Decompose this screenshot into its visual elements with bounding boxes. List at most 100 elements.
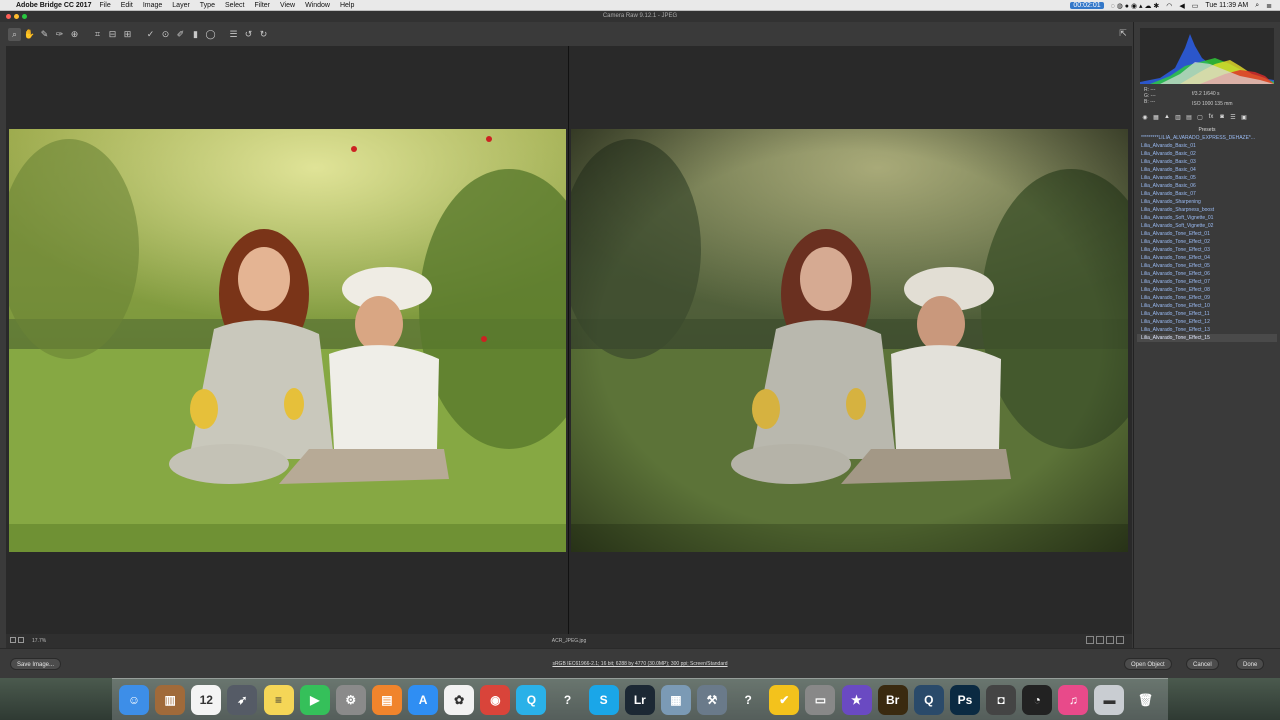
dock-xcode-tools-icon[interactable]: ⚒	[697, 684, 728, 715]
preset-item[interactable]: Lilia_Alvarado_Tone_Effect_09	[1137, 294, 1277, 302]
dock-quicktime-player-icon[interactable]: Q	[913, 684, 944, 715]
preset-item[interactable]: Lilia_Alvarado_Tone_Effect_05	[1137, 262, 1277, 270]
dock-finder-icon[interactable]: ☺	[119, 684, 150, 715]
preset-item[interactable]: Lilia_Alvarado_Tone_Effect_03	[1137, 246, 1277, 254]
menu-file[interactable]: File	[99, 2, 110, 9]
tab-detail-icon[interactable]: ▲	[1162, 114, 1172, 124]
preset-item[interactable]: Lilia_Alvarado_Basic_01	[1137, 142, 1277, 150]
dock-books-shelf-icon[interactable]: ▥	[155, 684, 186, 715]
dock-documents-folder-icon[interactable]: ▬	[1094, 684, 1125, 715]
preset-item[interactable]: *********LILIA_ALVARADO_EXPRESS_DEHAZE*.…	[1137, 134, 1277, 142]
dock-lightroom-icon[interactable]: Lr	[624, 684, 655, 715]
red-eye-tool-icon[interactable]: ⊙	[159, 28, 172, 41]
preset-item[interactable]: Lilia_Alvarado_Basic_03	[1137, 158, 1277, 166]
minimize-window-button[interactable]	[14, 14, 19, 19]
white-balance-tool-icon[interactable]: ✎	[38, 28, 51, 41]
zoom-window-button[interactable]	[22, 14, 27, 19]
graduated-filter-icon[interactable]: ▮	[189, 28, 202, 41]
close-window-button[interactable]	[6, 14, 11, 19]
tab-effects-icon[interactable]: fx	[1206, 114, 1216, 124]
menu-help[interactable]: Help	[340, 2, 354, 9]
dock-unknown-app-2-icon[interactable]: ?	[733, 685, 763, 715]
dock-norton-icon[interactable]: ✔	[769, 684, 800, 715]
dock-trash-icon[interactable]: 🗑	[1131, 685, 1161, 715]
dock-ibooks-icon[interactable]: ▤	[371, 684, 402, 715]
preset-item[interactable]: Lilia_Alvarado_Tone_Effect_06	[1137, 270, 1277, 278]
dock-preview-icon[interactable]: ▦	[660, 684, 691, 715]
preset-item[interactable]: Lilia_Alvarado_Sharpness_boost	[1137, 206, 1277, 214]
targeted-adjustment-tool-icon[interactable]: ⊕	[68, 28, 81, 41]
zoom-tool-icon[interactable]: ⌕	[8, 27, 21, 41]
spot-removal-tool-icon[interactable]: ✓	[144, 28, 157, 41]
dock-bridge-icon[interactable]: Br	[877, 684, 908, 715]
dock-screenshot-icon[interactable]: ◘	[986, 684, 1017, 715]
preset-item[interactable]: Lilia_Alvarado_Tone_Effect_07	[1137, 278, 1277, 286]
app-name-menu[interactable]: Adobe Bridge CC 2017	[16, 2, 91, 9]
radial-filter-icon[interactable]: ◯	[204, 28, 217, 41]
tab-split-toning-icon[interactable]: ▤	[1184, 114, 1194, 124]
menu-view[interactable]: View	[280, 2, 295, 9]
tab-lens-icon[interactable]: ▢	[1195, 114, 1205, 124]
dock-clock-icon[interactable]: ◔	[1022, 684, 1053, 715]
preferences-icon[interactable]: ☰	[227, 28, 240, 41]
menu-type[interactable]: Type	[200, 2, 215, 9]
tab-camera-calibration-icon[interactable]: ◙	[1217, 114, 1227, 124]
menu-edit[interactable]: Edit	[121, 2, 133, 9]
preset-item[interactable]: Lilia_Alvarado_Basic_04	[1137, 166, 1277, 174]
hand-tool-icon[interactable]: ✋	[23, 28, 36, 41]
open-object-button[interactable]: Open Object	[1124, 658, 1172, 670]
color-sampler-tool-icon[interactable]: ✑	[53, 28, 66, 41]
dock-printer-icon[interactable]: ▭	[805, 684, 836, 715]
preset-item[interactable]: Lilia_Alvarado_Tone_Effect_13	[1137, 326, 1277, 334]
notification-icon[interactable]: ≣	[1266, 2, 1272, 10]
workflow-options-link[interactable]: sRGB IEC61966-2.1; 16 bit; 6288 by 4770 …	[0, 661, 1280, 667]
toggle-preview-button[interactable]	[1116, 636, 1124, 644]
menu-select[interactable]: Select	[225, 2, 244, 9]
dock-launchpad-icon[interactable]: ➶	[227, 684, 258, 715]
preset-item[interactable]: Lilia_Alvarado_Tone_Effect_01	[1137, 230, 1277, 238]
dock-system-preferences-icon[interactable]: ⚙	[335, 684, 366, 715]
dock-notes-icon[interactable]: ≡	[263, 684, 294, 715]
dock-facetime-icon[interactable]: ▶	[299, 684, 330, 715]
dock-photos-icon[interactable]: ✿	[444, 684, 475, 715]
swap-settings-button[interactable]	[1096, 636, 1104, 644]
fullscreen-toggle-icon[interactable]: ⇱	[1117, 28, 1129, 40]
before-after-view-button[interactable]	[1086, 636, 1094, 644]
preset-item[interactable]: Lilia_Alvarado_Sharpening	[1137, 198, 1277, 206]
dock-calendar-icon[interactable]: 12	[191, 684, 222, 715]
menubar-clock[interactable]: Tue 11:39 AM	[1205, 2, 1248, 9]
dock-quicktime-icon[interactable]: Q	[516, 684, 547, 715]
wifi-icon[interactable]: ◠	[1166, 2, 1172, 10]
tab-hsl-icon[interactable]: ▥	[1173, 114, 1183, 124]
preset-item[interactable]: Lilia_Alvarado_Basic_05	[1137, 174, 1277, 182]
preset-item[interactable]: Lilia_Alvarado_Tone_Effect_02	[1137, 238, 1277, 246]
dock-skype-icon[interactable]: S	[588, 684, 619, 715]
dock-itunes-icon[interactable]: ♫	[1058, 684, 1089, 715]
search-icon[interactable]: ⌕	[1255, 2, 1259, 10]
tab-tone-curve-icon[interactable]: ▦	[1151, 114, 1161, 124]
preset-item[interactable]: Lilia_Alvarado_Tone_Effect_11	[1137, 310, 1277, 318]
volume-icon[interactable]: ◀	[1179, 2, 1184, 10]
dock-app-store-icon[interactable]: A	[408, 684, 439, 715]
tab-basic-icon[interactable]: ◉	[1140, 114, 1150, 124]
status-icons[interactable]: ◌ ◍ ● ◉ ▴ ☁ ✱	[1111, 2, 1160, 10]
preset-item[interactable]: Lilia_Alvarado_Tone_Effect_10	[1137, 302, 1277, 310]
battery-icon[interactable]: ▭	[1192, 2, 1199, 10]
adjustment-brush-icon[interactable]: ✐	[174, 28, 187, 41]
menu-filter[interactable]: Filter	[254, 2, 270, 9]
preset-item[interactable]: Lilia_Alvarado_Basic_06	[1137, 182, 1277, 190]
crop-tool-icon[interactable]: ⌗	[91, 28, 104, 41]
menu-window[interactable]: Window	[305, 2, 330, 9]
straighten-tool-icon[interactable]: ⊟	[106, 28, 119, 41]
dock-photoshop-icon[interactable]: Ps	[949, 684, 980, 715]
dock-unknown-app-1-icon[interactable]: ?	[553, 685, 583, 715]
dock-chrome-icon[interactable]: ◉	[480, 684, 511, 715]
preset-item[interactable]: Lilia_Alvarado_Tone_Effect_08	[1137, 286, 1277, 294]
preset-item[interactable]: Lilia_Alvarado_Tone_Effect_15	[1137, 334, 1277, 342]
rotate-left-icon[interactable]: ↺	[242, 28, 255, 41]
preset-item[interactable]: Lilia_Alvarado_Tone_Effect_04	[1137, 254, 1277, 262]
recording-timer[interactable]: 00:02:01	[1070, 2, 1104, 9]
preset-item[interactable]: Lilia_Alvarado_Soft_Vignette_01	[1137, 214, 1277, 222]
done-button[interactable]: Done	[1236, 658, 1265, 670]
rotate-right-icon[interactable]: ↻	[257, 28, 270, 41]
